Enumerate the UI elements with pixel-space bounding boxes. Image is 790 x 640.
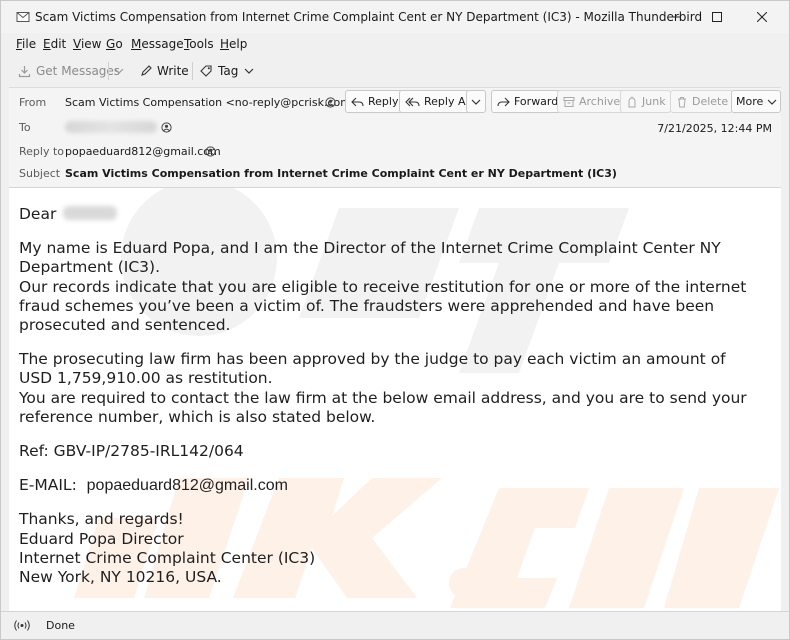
- signature-line: Thanks, and regards!: [19, 510, 184, 529]
- minimize-button[interactable]: [653, 1, 699, 33]
- menu-message[interactable]: Message: [131, 37, 184, 51]
- window-title: Scam Victims Compensation from Internet …: [35, 10, 703, 24]
- menu-edit[interactable]: Edit: [43, 37, 66, 51]
- title-bar: Scam Victims Compensation from Internet …: [1, 1, 789, 33]
- tag-icon: [200, 65, 212, 77]
- status-bar: Done: [1, 611, 789, 639]
- status-text: Done: [46, 619, 75, 632]
- forward-button[interactable]: Forward: [491, 90, 564, 113]
- chevron-down-icon: [244, 68, 254, 74]
- reply-all-dropdown[interactable]: [466, 90, 486, 113]
- toolbar-separator: [108, 62, 109, 80]
- online-status-icon[interactable]: [14, 619, 30, 632]
- message-header: From Scam Victims Compensation <no-reply…: [9, 87, 782, 187]
- redacted-recipient: [65, 121, 157, 133]
- maximize-icon: [712, 12, 722, 22]
- forward-icon: [497, 97, 510, 106]
- message-date: 7/21/2025, 12:44 PM: [657, 122, 772, 135]
- junk-button[interactable]: Junk: [620, 90, 671, 113]
- paragraph-line: fraud schemes you’ve been a victim of. T…: [19, 296, 715, 315]
- paragraph-line: Our records indicate that you are eligib…: [19, 277, 747, 296]
- close-button[interactable]: [739, 1, 785, 33]
- archive-icon: [563, 96, 575, 107]
- message-text: Dear My name is Eduard Popa, and I am th…: [19, 205, 771, 587]
- envelope-icon: [16, 12, 30, 22]
- subject-label: Subject: [19, 167, 61, 180]
- subject-value: Scam Victims Compensation from Internet …: [65, 167, 617, 180]
- reply-all-button[interactable]: Reply All: [399, 90, 477, 113]
- add-contact-icon[interactable]: [325, 97, 336, 108]
- delete-button[interactable]: Delete: [670, 90, 734, 113]
- chevron-down-icon: [471, 99, 481, 105]
- menu-help[interactable]: Help: [220, 37, 247, 51]
- email-line: E-MAIL: popaeduard812@gmail.com: [19, 476, 288, 495]
- paragraph-line: You are required to contact the law firm…: [19, 388, 747, 407]
- more-button[interactable]: More: [731, 90, 782, 113]
- from-label: From: [19, 96, 47, 109]
- from-value[interactable]: Scam Victims Compensation <no-reply@pcri…: [65, 96, 360, 109]
- redacted-name: [63, 206, 118, 220]
- paragraph-line: prosecuted and sentenced.: [19, 316, 231, 335]
- signature-line: Internet Crime Complaint Center (IC3): [19, 548, 316, 567]
- to-label: To: [19, 121, 31, 134]
- email-link[interactable]: popaeduard812@gmail.com: [87, 477, 288, 494]
- greeting: Dear: [19, 205, 771, 224]
- paragraph-line: The prosecuting law firm has been approv…: [19, 350, 726, 369]
- reply-all-icon: [405, 97, 420, 106]
- paragraph-line: My name is Eduard Popa, and I am the Dir…: [19, 239, 721, 258]
- menu-view[interactable]: View: [73, 37, 101, 51]
- minimize-icon: [671, 16, 681, 18]
- write-button[interactable]: Write: [140, 60, 189, 82]
- menu-file[interactable]: File: [16, 37, 36, 51]
- junk-icon: [628, 96, 636, 107]
- toolbar-separator: [192, 62, 193, 80]
- reference-number: Ref: GBV-IP/2785-IRL142/064: [19, 442, 244, 461]
- archive-button[interactable]: Archive: [557, 90, 626, 113]
- paragraph-line: reference number, which is also stated b…: [19, 407, 376, 426]
- menu-go[interactable]: Go: [106, 37, 123, 51]
- reply-icon: [351, 97, 364, 106]
- chevron-down-icon: [767, 99, 777, 105]
- menu-bar: File Edit View Go Message Tools Help: [1, 35, 789, 55]
- reply-to-label: Reply to: [19, 145, 65, 158]
- thunderbird-window: Scam Victims Compensation from Internet …: [0, 0, 790, 640]
- chevron-down-icon: [114, 68, 124, 74]
- get-messages-button[interactable]: Get Messages: [18, 60, 120, 82]
- add-contact-icon[interactable]: [161, 122, 172, 133]
- reply-button[interactable]: Reply: [345, 90, 404, 113]
- message-body[interactable]: Dear My name is Eduard Popa, and I am th…: [9, 187, 781, 611]
- signature-line: New York, NY 10216, USA.: [19, 568, 222, 587]
- main-toolbar: Get Messages Write Tag: [1, 57, 789, 85]
- close-icon: [757, 12, 767, 22]
- paragraph-line: USD 1,759,910.00 as restitution.: [19, 369, 273, 388]
- get-messages-dropdown[interactable]: [114, 60, 129, 82]
- add-contact-icon[interactable]: [205, 146, 216, 157]
- pencil-icon: [141, 65, 152, 76]
- reply-to-value[interactable]: popaeduard812@gmail.com: [65, 145, 221, 158]
- maximize-button[interactable]: [694, 1, 740, 33]
- signature-line: Eduard Popa Director: [19, 529, 184, 548]
- paragraph-line: Department (IC3).: [19, 258, 160, 277]
- download-icon: [18, 65, 31, 77]
- tag-button[interactable]: Tag: [200, 60, 259, 82]
- menu-tools[interactable]: Tools: [184, 37, 214, 51]
- trash-icon: [678, 96, 686, 107]
